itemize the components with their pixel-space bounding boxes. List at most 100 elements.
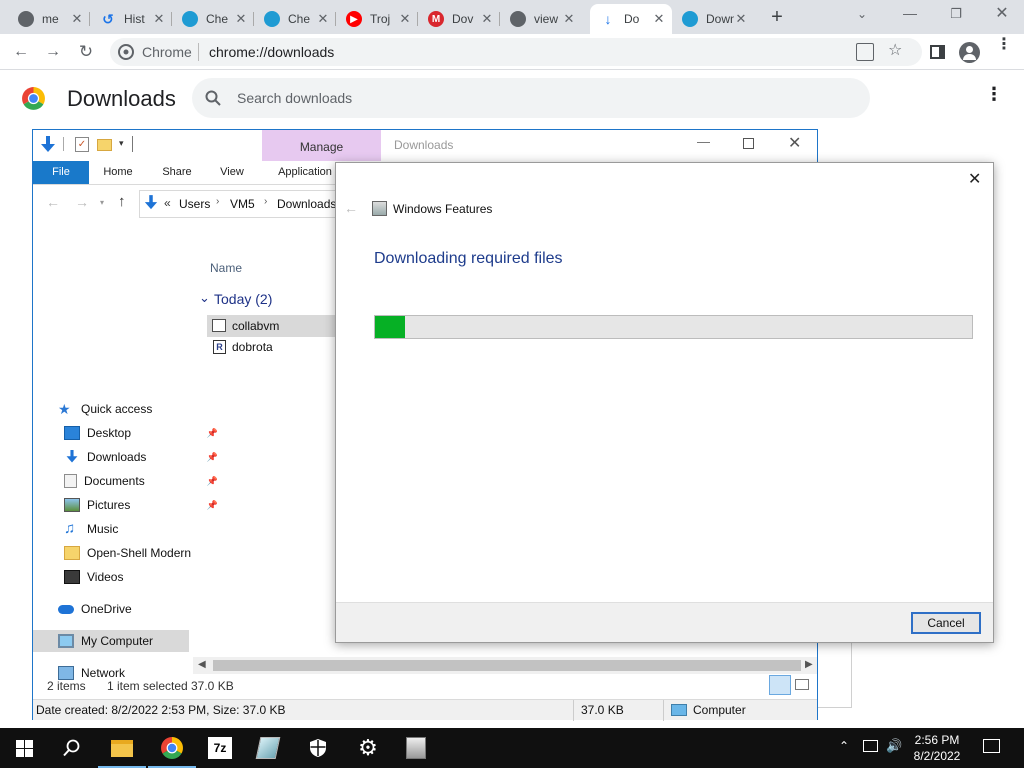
nav-my-computer[interactable]: My Computer — [33, 630, 189, 652]
qat-dropdown-icon[interactable]: ▾ — [119, 138, 124, 149]
globe-icon — [182, 11, 198, 27]
ribbon-tab-view[interactable]: View — [209, 161, 255, 184]
menu-icon[interactable]: ⋮ — [996, 37, 1012, 53]
browser-tab[interactable]: ↺ Hist ✕ — [90, 4, 172, 34]
large-icons-view-icon[interactable] — [795, 679, 809, 690]
browser-tab[interactable]: Che ✕ — [254, 4, 336, 34]
tab-close-icon[interactable]: ✕ — [480, 11, 494, 27]
tab-close-icon[interactable]: ✕ — [152, 11, 166, 27]
browser-tab[interactable]: M Dov ✕ — [418, 4, 500, 34]
share-icon[interactable] — [856, 43, 874, 61]
nav-pictures[interactable]: Pictures 📌 — [64, 494, 220, 516]
explorer-forward-arrow-icon[interactable]: → — [75, 194, 89, 210]
nav-downloads[interactable]: Downloads 📌 — [64, 446, 220, 468]
bookmark-star-icon[interactable]: ☆ — [888, 40, 902, 60]
dialog-back-arrow-icon[interactable]: ← — [344, 200, 358, 216]
tab-close-icon[interactable]: ✕ — [316, 11, 330, 27]
nav-music[interactable]: ♫ Music — [64, 518, 220, 540]
profile-avatar-icon[interactable] — [959, 42, 980, 63]
forward-arrow-icon[interactable]: → — [43, 42, 63, 62]
browser-tab[interactable]: me ✕ — [8, 4, 90, 34]
start-button[interactable] — [0, 728, 48, 768]
tab-search-icon[interactable]: ⌄ — [852, 4, 872, 24]
pin-icon: 📌 — [206, 499, 218, 510]
browser-tab[interactable]: Che ✕ — [172, 4, 254, 34]
tab-close-icon[interactable]: ✕ — [652, 11, 666, 27]
address-bar[interactable]: Chrome chrome://downloads ☆ — [110, 38, 922, 66]
scroll-left-icon[interactable]: ◀ — [198, 659, 206, 670]
back-arrow-icon[interactable]: ← — [11, 42, 31, 62]
taskbar-app-server[interactable] — [392, 728, 440, 768]
nav-onedrive[interactable]: OneDrive — [58, 598, 214, 620]
new-tab-button[interactable]: + — [764, 6, 790, 28]
explorer-maximize-button[interactable] — [743, 138, 754, 149]
reload-icon[interactable]: ↻ — [76, 42, 96, 62]
details-view-icon[interactable] — [769, 675, 791, 695]
nav-desktop[interactable]: Desktop 📌 — [64, 422, 220, 444]
pin-icon: 📌 — [206, 451, 218, 462]
properties-icon[interactable]: ✓ — [75, 137, 89, 152]
tab-close-icon[interactable]: ✕ — [734, 11, 748, 27]
taskbar-7zip[interactable]: 7z — [196, 728, 244, 768]
ribbon-tab-file[interactable]: File — [33, 161, 89, 184]
nav-open-shell-modern[interactable]: Open-Shell Modern — [64, 542, 220, 564]
horizontal-scrollbar[interactable]: ◀ ▶ — [193, 657, 817, 674]
explorer-back-arrow-icon[interactable]: ← — [46, 194, 60, 210]
breadcrumb-downloads[interactable]: Downloads — [277, 197, 336, 211]
tab-close-icon[interactable]: ✕ — [70, 11, 84, 27]
nav-quick-access[interactable]: ★ Quick access — [58, 398, 214, 420]
file-row-dobrota[interactable]: R dobrota — [207, 337, 335, 359]
scrollbar-thumb[interactable] — [213, 660, 801, 671]
chrome-site-icon — [118, 44, 134, 60]
page-menu-icon[interactable]: ⋮ — [985, 85, 1003, 103]
dialog-close-button[interactable]: ✕ — [968, 169, 981, 189]
registry-file-icon: R — [213, 340, 226, 354]
minimize-window-button[interactable]: — — [898, 2, 922, 26]
new-folder-icon[interactable] — [97, 139, 112, 151]
notifications-icon[interactable] — [983, 739, 1000, 753]
restore-window-button[interactable]: ❐ — [944, 2, 968, 26]
ribbon-tab-application[interactable]: Application — [269, 161, 341, 184]
taskbar-windows-security[interactable] — [294, 728, 342, 768]
explorer-close-button[interactable]: ✕ — [788, 133, 801, 153]
clock[interactable]: 2:56 PM 8/2/2022 — [904, 732, 970, 764]
tab-close-icon[interactable]: ✕ — [562, 11, 576, 27]
browser-tab[interactable]: view ✕ — [500, 4, 582, 34]
tab-close-icon[interactable]: ✕ — [234, 11, 248, 27]
globe-icon — [682, 11, 698, 27]
volume-icon[interactable]: 🔊 — [886, 738, 902, 754]
cancel-button[interactable]: Cancel — [911, 612, 981, 634]
taskbar-chrome[interactable] — [148, 728, 196, 768]
up-arrow-icon[interactable]: ↑ — [118, 193, 126, 210]
taskbar-search-button[interactable] — [48, 728, 96, 768]
browser-tab[interactable]: ▶ Troj ✕ — [336, 4, 418, 34]
browser-tab[interactable]: Downlo✕ — [672, 4, 754, 34]
ribbon-tab-home[interactable]: Home — [93, 161, 143, 184]
history-icon: ↺ — [102, 10, 114, 27]
recent-locations-icon[interactable]: ▾ — [100, 198, 104, 207]
breadcrumb-users[interactable]: Users — [179, 197, 210, 211]
breadcrumb-vm5[interactable]: VM5 — [230, 197, 255, 211]
browser-tab[interactable]: ↓ Do ✕ — [590, 4, 672, 34]
group-header-today[interactable]: Today (2) — [214, 291, 272, 307]
close-window-button[interactable]: ✕ — [990, 2, 1014, 26]
breadcrumb-prefix: « — [164, 196, 171, 210]
computer-small-icon — [671, 704, 687, 716]
column-header-name[interactable]: Name — [210, 261, 242, 275]
file-row-collabvm[interactable]: collabvm — [207, 315, 335, 337]
ribbon-tab-share[interactable]: Share — [151, 161, 203, 184]
nav-documents[interactable]: Documents 📌 — [64, 470, 220, 492]
tray-chevron-up-icon[interactable]: ⌃ — [839, 739, 849, 753]
group-chevron-icon[interactable]: ⌄ — [199, 290, 210, 306]
scroll-right-icon[interactable]: ▶ — [805, 659, 813, 670]
tab-close-icon[interactable]: ✕ — [398, 11, 412, 27]
search-downloads-field[interactable]: Search downloads — [192, 78, 870, 118]
taskbar-file-explorer[interactable] — [98, 728, 146, 768]
taskbar-settings[interactable]: ⚙ — [344, 728, 392, 768]
network-tray-icon[interactable] — [863, 740, 878, 752]
side-panel-icon[interactable] — [930, 45, 945, 59]
nav-videos[interactable]: Videos — [64, 566, 220, 588]
taskbar-app-glass[interactable] — [244, 728, 292, 768]
pin-icon: 📌 — [206, 475, 218, 486]
explorer-minimize-button[interactable]: — — [697, 134, 710, 149]
